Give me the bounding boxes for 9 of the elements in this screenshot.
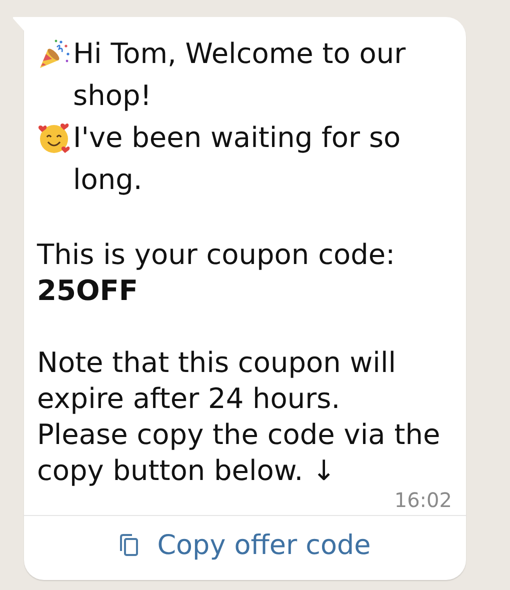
smiling-face-with-hearts-icon — [37, 121, 71, 155]
copy-offer-code-button[interactable]: Copy offer code — [24, 516, 466, 580]
copy-icon — [119, 534, 140, 556]
message-text: Note that this coupon will expire after 24 hours. Please copy the code via the copy button below. ↓ — [37, 345, 442, 489]
party-popper-icon — [37, 37, 71, 71]
message-time: 16:02 — [394, 489, 452, 511]
message-text: Hi Tom, Welcome to our shop! — [73, 36, 407, 114]
message-text: I've been waiting for so long. — [73, 120, 402, 198]
message-text: This is your coupon code: 25OFF — [37, 237, 396, 309]
